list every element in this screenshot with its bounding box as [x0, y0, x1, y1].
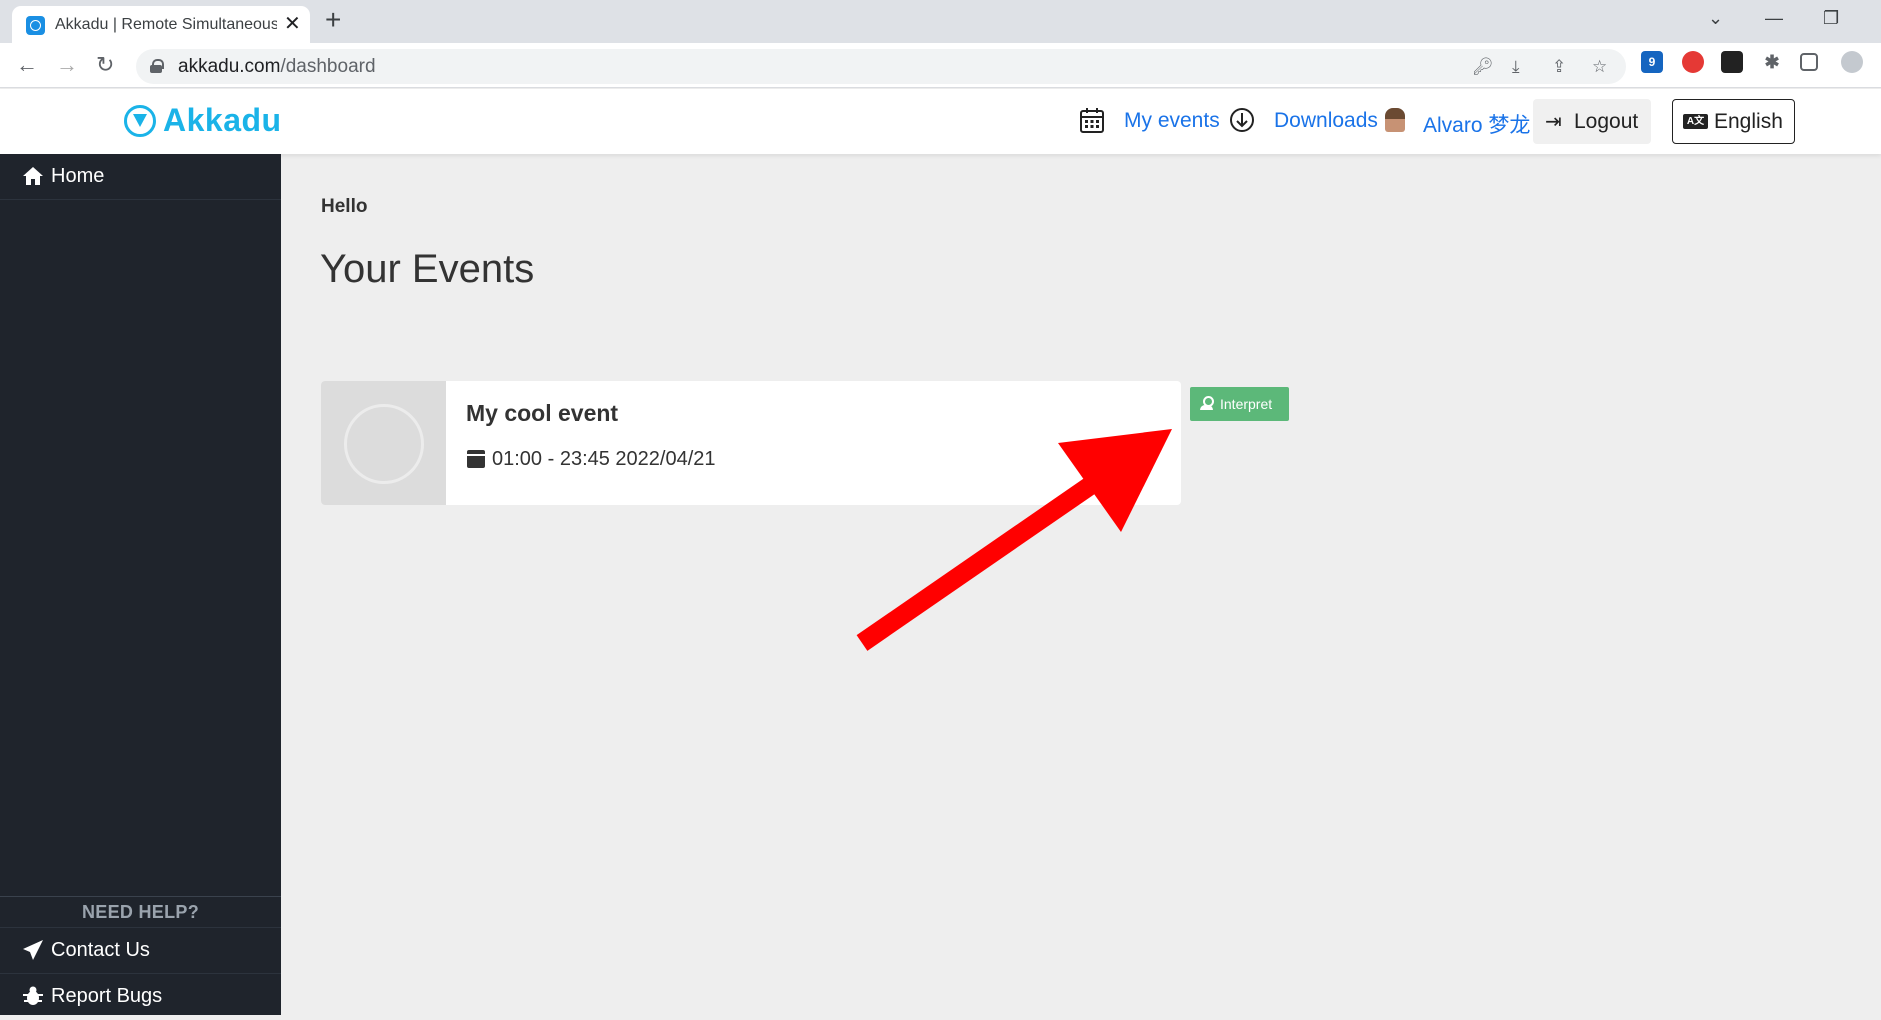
tab-search-icon[interactable]: ⌄	[1708, 6, 1723, 30]
tab-title: Akkadu | Remote Simultaneous Interpretat…	[55, 16, 277, 33]
sidebar-item-label: Home	[51, 165, 105, 187]
sidebar-item-report-bugs[interactable]: Report Bugs	[0, 974, 281, 1020]
new-tab-button[interactable]: +	[325, 6, 341, 34]
downloads-link[interactable]: Downloads	[1274, 109, 1378, 133]
calendar-icon[interactable]	[1079, 106, 1105, 134]
need-help-heading: NEED HELP?	[0, 896, 281, 928]
install-app-icon[interactable]: ⤓	[1512, 57, 1520, 77]
forward-icon[interactable]: →	[56, 52, 78, 78]
akkadu-favicon-icon	[26, 16, 45, 35]
sidebar-item-home[interactable]: Home	[0, 154, 281, 200]
address-bar[interactable]: akkadu.com/dashboard 🔑︎ ⤓ ⇪ ☆	[136, 49, 1626, 84]
greeting-text: Hello	[321, 196, 368, 217]
user-name-link[interactable]: Alvaro 梦龙	[1423, 109, 1530, 139]
extension-speaker-icon[interactable]	[1721, 51, 1743, 73]
key-icon[interactable]: 🔑︎	[1472, 57, 1494, 77]
share-icon[interactable]: ⇪	[1552, 57, 1566, 77]
sidebar-item-label: Report Bugs	[51, 985, 163, 1007]
extensions-puzzle-icon[interactable]: ✱	[1761, 51, 1783, 73]
language-label: English	[1714, 110, 1783, 133]
akkadu-logo-icon[interactable]	[124, 105, 156, 137]
extension-red-icon[interactable]	[1682, 51, 1704, 73]
sidebar: Home NEED HELP? Contact Us Report Bugs	[0, 154, 281, 1015]
sign-out-icon: ⇥	[1545, 111, 1562, 133]
page-title: Your Events	[320, 247, 535, 291]
logout-button[interactable]: ⇥ Logout	[1533, 99, 1651, 144]
logo-text[interactable]: Akkadu	[163, 102, 282, 139]
side-panel-icon[interactable]	[1800, 53, 1818, 71]
event-time: 01:00 - 23:45 2022/04/21	[492, 448, 716, 470]
my-events-link[interactable]: My events	[1124, 109, 1220, 133]
interpret-label: Interpret	[1220, 396, 1273, 412]
event-name[interactable]: My cool event	[466, 400, 618, 427]
language-button[interactable]: A文 English	[1672, 99, 1795, 144]
browser-tab-strip: Akkadu | Remote Simultaneous Interpretat…	[0, 0, 1881, 43]
sidebar-item-contact[interactable]: Contact Us	[0, 928, 281, 974]
download-icon[interactable]	[1229, 106, 1255, 134]
restore-window-icon[interactable]: ❐	[1823, 6, 1839, 30]
paper-plane-icon	[23, 940, 43, 960]
app-header: Akkadu My events Downloads Alvaro 梦龙 ⇥ L…	[0, 89, 1881, 154]
browser-tab[interactable]: Akkadu | Remote Simultaneous Interpretat…	[12, 6, 310, 43]
url-text[interactable]: akkadu.com/dashboard	[178, 56, 376, 78]
event-card[interactable]: My cool event 01:00 - 23:45 2022/04/21	[321, 381, 1181, 505]
bookmark-star-icon[interactable]: ☆	[1592, 57, 1607, 77]
back-icon[interactable]: ←	[16, 52, 38, 78]
sidebar-item-label: Contact Us	[51, 939, 150, 961]
language-icon: A文	[1683, 114, 1708, 129]
reload-icon[interactable]: ↻	[96, 52, 114, 78]
event-thumbnail	[321, 381, 446, 505]
browser-toolbar: ← → ↻ akkadu.com/dashboard 🔑︎ ⤓ ⇪ ☆ 9 ✱	[0, 43, 1881, 88]
profile-avatar-icon[interactable]	[1841, 51, 1863, 73]
bug-icon	[23, 986, 43, 1005]
minimize-icon[interactable]: —	[1765, 6, 1783, 30]
user-avatar[interactable]	[1385, 108, 1405, 132]
home-icon	[23, 167, 43, 185]
akkadu-placeholder-logo-icon	[344, 404, 424, 484]
lock-icon[interactable]	[150, 59, 164, 73]
interpreter-user-icon	[1200, 396, 1214, 410]
calendar-icon	[467, 450, 485, 468]
logout-label: Logout	[1574, 110, 1639, 133]
tab-close-icon[interactable]: ✕	[284, 12, 301, 36]
interpret-button[interactable]: Interpret	[1190, 387, 1289, 421]
extension-badge-icon[interactable]: 9	[1641, 51, 1663, 73]
